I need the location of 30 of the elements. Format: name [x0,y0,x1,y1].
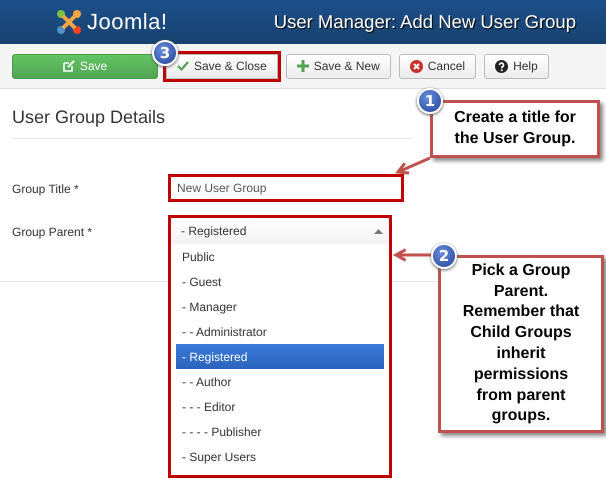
dropdown-option[interactable]: - - - Editor [176,394,384,419]
dropdown-option[interactable]: - Manager [176,294,384,319]
title-input[interactable]: New User Group [170,176,402,200]
logo-icon [55,8,83,36]
edit-icon [62,60,75,72]
dropdown-option[interactable]: - - Author [176,369,384,394]
plus-icon [296,60,309,72]
dropdown-option[interactable]: - - - - Publisher [176,419,384,444]
parent-dropdown[interactable]: - Registered Public - Guest - Manager - - Administrator - Registered - - Author - - - Editor - - - - Publisher - Super Users [170,217,390,476]
help-icon [495,60,508,72]
check-icon [177,61,189,71]
dropdown-option[interactable]: - Registered [176,344,384,369]
dropdown-option[interactable]: - Guest [176,269,384,294]
arrow [392,248,434,262]
dropdown-option[interactable]: - - Administrator [176,319,384,344]
field-label: Group Parent * [12,225,94,239]
section-title: User Group Details [12,107,412,139]
field-label: Group Title * [12,182,80,196]
dropdown-option[interactable]: Public [176,244,384,269]
caret-up-icon [374,228,383,234]
cancel-button[interactable]: Cancel [398,54,476,78]
close-icon [410,60,423,72]
arrow [395,156,432,174]
dropdown-value: - Registered [181,224,246,238]
help-button[interactable]: Help [484,54,549,78]
dropdown-option[interactable]: - Super Users [176,444,384,469]
save-new-button[interactable]: Save & New [286,54,391,78]
page-title: User Manager: Add New User Group [274,11,576,33]
logo-text: Joomla! [87,9,168,35]
number-badge: 2 [431,243,457,269]
